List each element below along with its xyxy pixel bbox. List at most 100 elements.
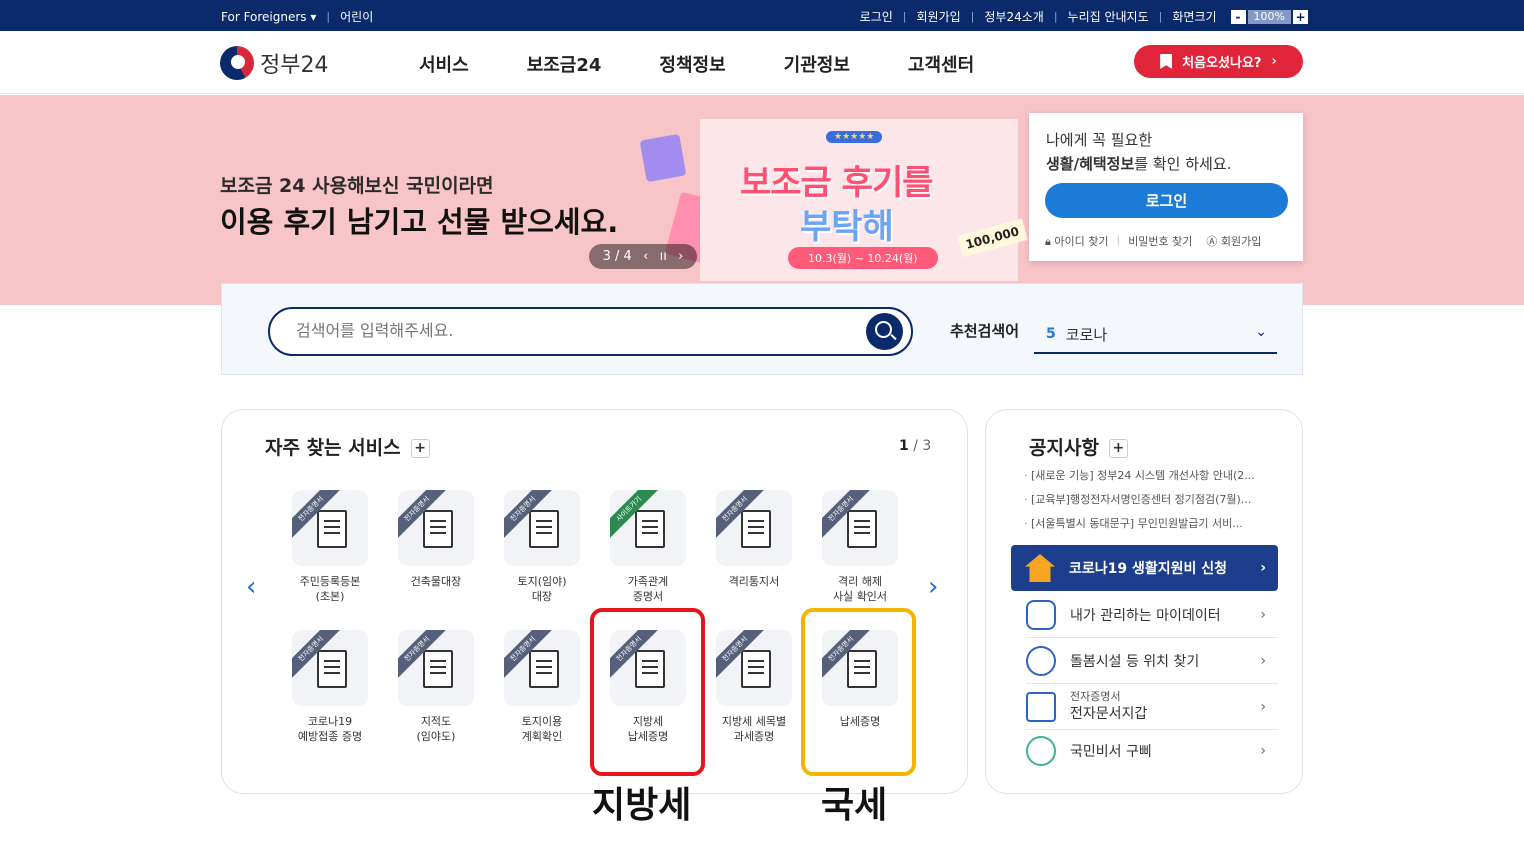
search-input[interactable] [296, 321, 816, 340]
next-page-icon[interactable]: › [928, 572, 938, 602]
prev-page-icon[interactable]: ‹ [246, 572, 256, 602]
wallet-icon [1026, 691, 1056, 722]
service-resident-registration[interactable]: 전자증명서주민등록등본 (초본) [277, 490, 383, 604]
house-icon [1025, 554, 1055, 582]
signup-link[interactable]: 회원가입 [917, 8, 961, 25]
menu-agency[interactable]: 기관정보 [784, 51, 850, 77]
next-slide-button[interactable]: › [678, 249, 683, 264]
bird-mascot-icon [1026, 736, 1056, 766]
service-local-tax-item[interactable]: 전자증명서 지방세 세목별 과세증명 [701, 630, 807, 744]
local-tax-caption: 지방세 [592, 785, 692, 826]
find-id-link[interactable]: 🔒︎ 아이디 찾기 [1045, 233, 1108, 249]
divider: | [1116, 233, 1121, 246]
keyword-rank: 5 [1046, 326, 1056, 342]
gubbi-link[interactable]: 국민비서 구삐 › [1026, 728, 1278, 774]
service-label: 토지(임야) 대장 [517, 575, 567, 603]
mydata-label: 내가 관리하는 마이데이터 [1070, 607, 1221, 624]
find-password-link[interactable]: 비밀번호 찾기 [1128, 233, 1192, 249]
service-label: 지적도 (임야도) [416, 715, 456, 743]
notice-item[interactable]: [서울특별시 동대문구] 무인민원발급기 서비... [1024, 515, 1264, 531]
care-location-link[interactable]: 돌봄시설 등 위치 찾기 › [1026, 638, 1278, 684]
doc-glyph [317, 510, 347, 548]
logo-text: 정부24 [260, 53, 329, 78]
zoom-out-button[interactable]: - [1230, 9, 1246, 24]
main-header: 정부24 서비스 보조금24 정책정보 기관정보 고객센터 처음오셨나요? › [0, 31, 1524, 94]
promo-banner-image[interactable]: ★★★★★ 보조금 후기를 부탁해 10.3(월) ~ 10.24(월) 100… [700, 119, 1028, 281]
document-icon: 전자증명서 [716, 490, 792, 566]
service-land-ledger[interactable]: 전자증명서토지(임야) 대장 [489, 490, 595, 604]
keyword-value: 코로나 [1065, 325, 1108, 344]
document-icon: 전자증명서 [292, 490, 368, 566]
document-icon: 전자증명서 [504, 490, 580, 566]
service-label: 주민등록등본 (초본) [299, 575, 361, 603]
mydata-link[interactable]: 내가 관리하는 마이데이터 › [1026, 592, 1278, 638]
service-label: 격리 해제 사실 확인서 [832, 575, 888, 603]
first-visit-label: 처음오셨나요? [1182, 56, 1262, 71]
menu-service[interactable]: 서비스 [419, 51, 469, 77]
notice-title: 공지사항 + [1029, 433, 1128, 460]
pause-button[interactable]: ıı [660, 249, 667, 264]
login-button[interactable]: 로그인 [1045, 183, 1288, 218]
login-panel: 나에게 꼭 필요한 생활/혜택정보를 확인 하세요. 로그인 🔒︎ 아이디 찾기… [1029, 113, 1303, 261]
search-box [268, 307, 913, 356]
notice-list: [새로운 기능] 정부24 시스템 개선사항 안내(2... [교육부]행정전자… [1024, 467, 1264, 539]
service-quarantine-release[interactable]: 전자증명서격리 해제 사실 확인서 [807, 490, 913, 604]
chevron-right-icon: › [1260, 652, 1266, 669]
search-section: 추천검색어 5 코로나 ⌄ [221, 283, 1303, 375]
document-wallet-link[interactable]: 전자증명서 전자문서지갑 › [1026, 684, 1278, 730]
kids-link[interactable]: 어린이 [340, 8, 373, 25]
doc-glyph [529, 510, 559, 548]
site-logo[interactable]: 정부24 [220, 46, 328, 80]
service-label: 지방세 세목별 과세증명 [721, 715, 787, 743]
menu-policy[interactable]: 정책정보 [659, 51, 725, 77]
sitemap-link[interactable]: 누리집 안내지도 [1068, 8, 1149, 25]
service-family-relation[interactable]: 사이트가기 가족관계 증명서 [595, 490, 701, 604]
notice-item[interactable]: [새로운 기능] 정부24 시스템 개선사항 안내(2... [1024, 467, 1264, 483]
about-link[interactable]: 정부24소개 [984, 8, 1043, 25]
service-label: 토지이용 계획확인 [521, 715, 563, 743]
frequent-services-title: 자주 찾는 서비스 + [265, 433, 430, 460]
divider: | [902, 10, 907, 23]
service-quarantine-notice[interactable]: 전자증명서 격리통지서 [701, 490, 807, 589]
stars-badge: ★★★★★ [826, 131, 883, 143]
notice-more-button[interactable]: + [1108, 439, 1128, 458]
chevron-right-icon: › [1271, 54, 1277, 69]
banner-title-1: 보조금 후기를 [740, 163, 934, 203]
recommended-keyword-select[interactable]: 5 코로나 ⌄ [1034, 316, 1277, 354]
covid-support-button[interactable]: 코로나19 생활지원비 신청 › [1011, 545, 1278, 591]
more-plus-button[interactable]: + [410, 439, 430, 458]
document-icon: 전자증명서 [504, 630, 580, 706]
search-icon[interactable] [866, 313, 903, 350]
zoom-control: - 100% + [1230, 9, 1308, 24]
document-icon: 전자증명서 [398, 490, 474, 566]
zoom-in-button[interactable]: + [1293, 9, 1308, 24]
divider: | [1158, 10, 1163, 23]
notice-panel: 공지사항+ [새로운 기능] 정부24 시스템 개선사항 안내(2... [교육… [985, 409, 1303, 794]
chevron-right-icon: › [1260, 743, 1266, 759]
join-link[interactable]: Ⓐ 회원가입 [1206, 233, 1261, 249]
notice-item[interactable]: [교육부]행정전자서명인증센터 정기점검(7월)... [1024, 491, 1264, 507]
local-tax-highlight [590, 608, 705, 776]
document-icon: 전자증명서 [822, 490, 898, 566]
doc-glyph [741, 510, 771, 548]
prev-slide-button[interactable]: ‹ [643, 249, 648, 264]
gift-card-amount: 100,000 [957, 218, 1028, 258]
document-icon: 사이트가기 [610, 490, 686, 566]
login-link[interactable]: 로그인 [860, 8, 893, 25]
menu-customer-center[interactable]: 고객센터 [908, 51, 974, 77]
doc-glyph [529, 650, 559, 688]
service-land-use-plan[interactable]: 전자증명서토지이용 계획확인 [489, 630, 595, 744]
taegeuk-logo-icon [220, 46, 254, 80]
service-cadastral-map[interactable]: 전자증명서지적도 (임야도) [383, 630, 489, 744]
for-foreigners-link[interactable]: For Foreigners ▾ [221, 10, 316, 24]
service-covid-vaccine-cert[interactable]: 전자증명서 코로나19 예방접종 증명 [277, 630, 383, 744]
document-icon: 전자증명서 [398, 630, 474, 706]
banner-pager: 3 / 4 ‹ ıı › [589, 244, 697, 269]
banner-date: 10.3(월) ~ 10.24(월) [788, 247, 938, 269]
national-tax-caption: 국세 [821, 785, 888, 826]
first-visit-button[interactable]: 처음오셨나요? › [1134, 45, 1303, 78]
menu-subsidy24[interactable]: 보조금24 [527, 51, 602, 77]
chevron-right-icon: › [1260, 698, 1266, 715]
recommended-keyword-label: 추천검색어 [950, 322, 1020, 340]
service-building-ledger[interactable]: 전자증명서 건축물대장 [383, 490, 489, 589]
